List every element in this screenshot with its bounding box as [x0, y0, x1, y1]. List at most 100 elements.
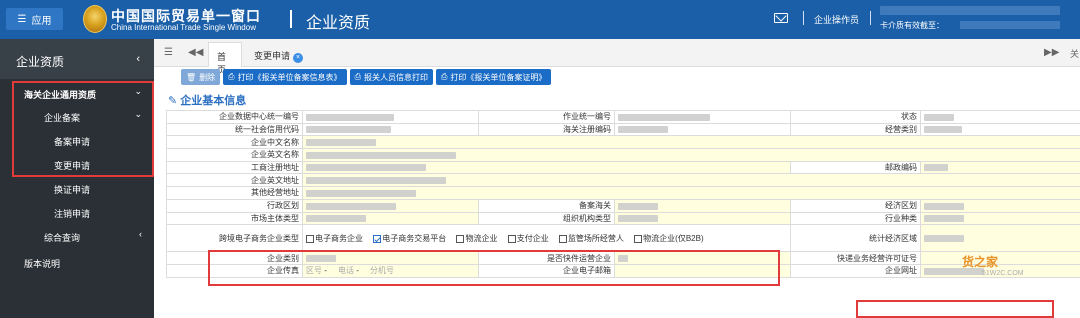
watermark-sub: 51W2C.COM — [982, 270, 1024, 277]
field-label: 统一社会信用代码 — [166, 122, 303, 137]
option-label: 电子商务企业 — [315, 234, 363, 244]
option-label: 电子商务交易平台 — [382, 234, 447, 244]
sidebar-item-enterprise-record[interactable]: 企业备案 ⌄ — [0, 105, 154, 127]
user-role[interactable]: 企业操作员 — [814, 13, 859, 26]
delete-button[interactable]: 🗑 删除 — [181, 69, 221, 85]
printer-icon: ⎙ — [228, 72, 235, 81]
print-unit-info-label: 打印《报关单位备案信息表》 — [237, 72, 342, 82]
checkbox[interactable] — [306, 235, 314, 244]
reg-address-field[interactable] — [302, 160, 791, 175]
enterprise-category-field[interactable] — [302, 251, 479, 265]
sidebar-item-renew-apply[interactable]: 换证申请 — [0, 177, 154, 199]
fax-field[interactable]: 区号 - 电话 - 分机号 — [302, 263, 479, 278]
print-staff-button[interactable]: ⎙ 报关人员信息打印 — [349, 69, 433, 85]
economic-zone-field[interactable] — [920, 198, 1080, 213]
form-row: 企业类别 是否快件运营企业 快递业务经营许可证号 — [166, 251, 1080, 265]
field-label: 企业电子邮箱 — [478, 263, 615, 278]
scroll-right-icon[interactable]: ▶▶ — [1044, 47, 1059, 58]
section-title: ✎ 企业基本信息 — [168, 92, 246, 108]
sidebar-item-version[interactable]: 版本说明 — [0, 251, 154, 273]
other-address-field[interactable] — [302, 186, 1080, 200]
scroll-left-icon[interactable]: ◀◀ — [188, 47, 203, 58]
stat-economic-zone-field[interactable] — [920, 224, 1080, 253]
field-label: 企业英文地址 — [166, 173, 303, 188]
edit-icon: ✎ — [168, 95, 181, 107]
ecommerce-option[interactable]: 监管场所经营人 — [558, 234, 624, 244]
option-label: 支付企业 — [516, 234, 549, 244]
ecommerce-option[interactable]: 电子商务交易平台 — [373, 234, 446, 244]
delete-label: 删除 — [199, 72, 216, 82]
tab-home[interactable]: 首页 — [208, 42, 242, 75]
sidebar-title[interactable]: 企业资质 ‹ — [0, 39, 154, 79]
sidebar-item-customs-qualification[interactable]: 海关企业通用资质 ⌄ — [0, 82, 154, 104]
form-row: 企业数据中心统一编号 作业统一编号 状态 — [166, 110, 1080, 124]
checkbox[interactable] — [507, 235, 516, 244]
option-label: 物流企业(仅B2B) — [643, 234, 704, 244]
record-customs-field[interactable] — [614, 198, 791, 213]
mail-icon[interactable] — [774, 13, 788, 23]
sidebar-item-record-apply[interactable]: 备案申请 — [0, 129, 154, 151]
field-label: 市场主体类型 — [166, 211, 303, 226]
main-content: 🗑 删除 ⎙ 打印《报关单位备案信息表》 ⎙ 报关人员信息打印 ⎙ 打印《报关单位备案证… — [154, 67, 1080, 318]
postal-code-field[interactable] — [920, 160, 1080, 175]
market-subject-type-field[interactable] — [302, 211, 479, 226]
print-unit-info-button[interactable]: ⎙ 打印《报关单位备案信息表》 — [223, 69, 347, 85]
fax-phone-placeholder[interactable]: 电话 — [338, 266, 354, 275]
checkbox[interactable] — [634, 235, 643, 244]
print-unit-cert-label: 打印《报关单位备案证明》 — [450, 72, 547, 82]
checkbox-checked[interactable] — [373, 235, 382, 244]
menu-toggle-icon[interactable]: ☰ — [164, 47, 173, 58]
sidebar-item-label: 备案申请 — [54, 137, 91, 147]
ecommerce-option[interactable]: 电子商务企业 — [306, 234, 363, 244]
close-icon[interactable]: × — [293, 53, 304, 63]
checkbox[interactable] — [456, 235, 465, 244]
cn-name-field[interactable] — [302, 135, 1080, 150]
sidebar: 企业资质 ‹ 海关企业通用资质 ⌄ 企业备案 ⌄ 备案申请 变更申请 换证申请 … — [0, 39, 154, 318]
cert-expiry-redacted — [960, 21, 1060, 29]
sidebar-item-label: 海关企业通用资质 — [24, 90, 97, 100]
industry-type-field[interactable] — [920, 211, 1080, 226]
ecommerce-option[interactable]: 物流企业 — [456, 234, 497, 244]
business-category-value — [920, 122, 1080, 137]
print-unit-cert-button[interactable]: ⎙ 打印《报关单位备案证明》 — [435, 69, 552, 85]
form-row: 统一社会信用代码 海关注册编码 经营类别 — [166, 122, 1080, 137]
field-label: 企业数据中心统一编号 — [166, 110, 303, 124]
sidebar-item-cancel-apply[interactable]: 注销申请 — [0, 201, 154, 223]
section-title-label: 企业基本信息 — [180, 95, 247, 107]
sidebar-item-query[interactable]: 综合查询 ‹ — [0, 225, 154, 247]
field-label: 组织机构类型 — [478, 211, 615, 226]
sidebar-item-change-apply[interactable]: 变更申请 — [0, 153, 154, 175]
credit-code-value — [302, 122, 479, 137]
form-row: 企业英文名称 — [166, 148, 1080, 162]
checkbox[interactable] — [558, 235, 567, 244]
sidebar-item-label: 换证申请 — [54, 185, 91, 195]
apps-label: 应用 — [31, 15, 52, 27]
chevron-left-icon: ‹ — [139, 229, 142, 239]
tab-change-apply[interactable]: 变更申请 × — [246, 42, 311, 67]
printer-icon: ⎙ — [354, 72, 361, 81]
sidebar-title-label: 企业资质 — [16, 55, 65, 69]
field-label: 邮政编码 — [790, 160, 921, 175]
close-tabs-button[interactable]: 关 — [1070, 47, 1079, 60]
top-header: ☰ 应用 中国国际贸易单一窗口 China International Trad… — [0, 0, 1080, 39]
field-label: 其他经营地址 — [166, 186, 303, 200]
apps-menu-button[interactable]: ☰ 应用 — [6, 8, 63, 30]
field-label: 快递业务经营许可证号 — [790, 251, 921, 265]
field-label: 状态 — [790, 110, 921, 124]
toolbar: 🗑 删除 ⎙ 打印《报关单位备案信息表》 ⎙ 报关人员信息打印 ⎙ 打印《报关单位备案证… — [181, 69, 552, 85]
field-label: 经营类别 — [790, 122, 921, 137]
field-label: 工商注册地址 — [166, 160, 303, 175]
is-express-field[interactable] — [614, 251, 791, 265]
header-separator — [870, 11, 871, 25]
en-name-field[interactable] — [302, 148, 1080, 162]
admin-region-field[interactable] — [302, 198, 479, 213]
org-type-field[interactable] — [614, 211, 791, 226]
menu-icon: ☰ — [17, 13, 27, 25]
fax-ext-placeholder[interactable]: 分机号 — [370, 266, 394, 275]
en-address-field[interactable] — [302, 173, 1080, 188]
email-field[interactable] — [614, 263, 791, 278]
header-separator — [803, 11, 804, 25]
fax-area-placeholder[interactable]: 区号 — [306, 266, 322, 275]
ecommerce-option[interactable]: 支付企业 — [507, 234, 549, 244]
ecommerce-option[interactable]: 物流企业(仅B2B) — [634, 234, 704, 244]
